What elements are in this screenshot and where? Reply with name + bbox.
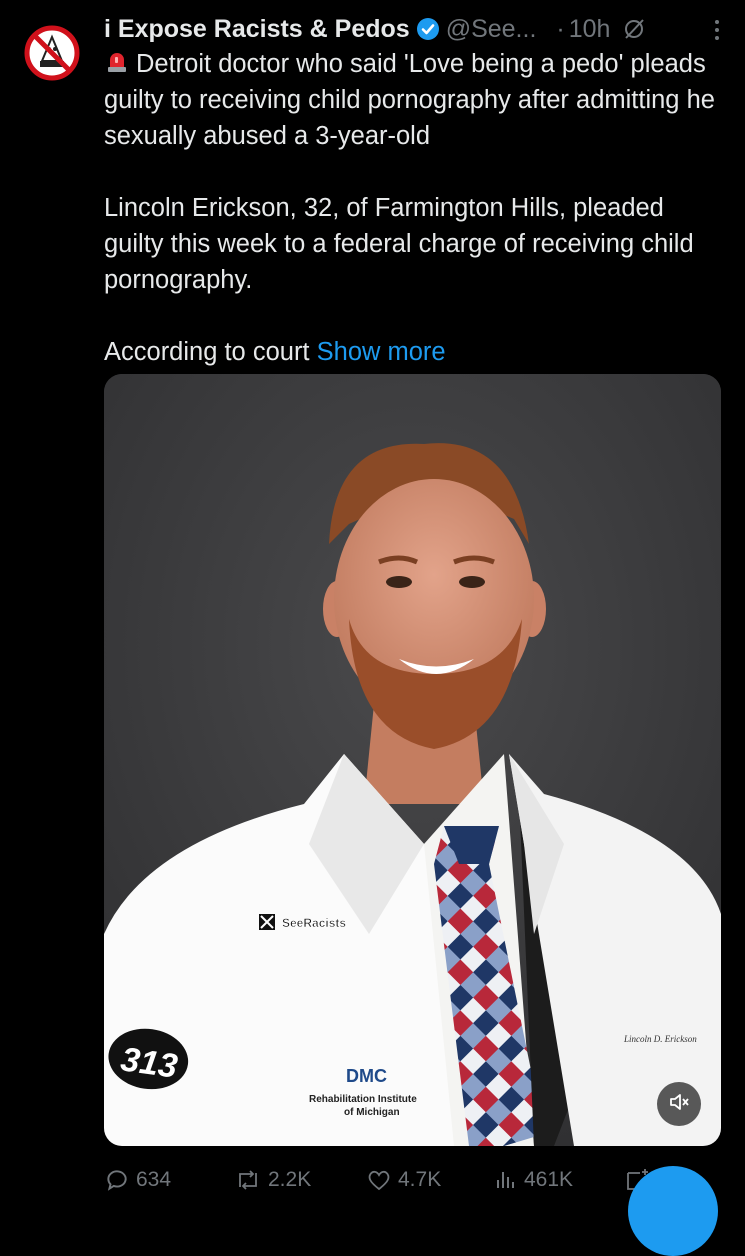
police-siren-icon <box>104 49 130 75</box>
display-name[interactable]: i Expose Racists & Pedos <box>104 15 410 44</box>
tweet-header: i Expose Racists & Pedos @See... · 10h <box>104 12 725 46</box>
timestamp[interactable]: 10h <box>569 15 611 44</box>
coat-name-text: Lincoln D. Erickson <box>623 1034 697 1044</box>
views-count: 461K <box>524 1168 574 1191</box>
coat-patch-text: 313 <box>118 1040 180 1086</box>
more-options-icon[interactable] <box>703 16 731 44</box>
truncated-text: According to court <box>104 338 310 366</box>
reply-icon <box>104 1167 130 1193</box>
reply-button[interactable]: 634 <box>104 1167 171 1193</box>
avatar[interactable] <box>24 25 80 81</box>
views-chart-icon <box>494 1168 518 1192</box>
repost-button[interactable]: 2.2K <box>234 1168 311 1192</box>
tweet-paragraph: Lincoln Erickson, 32, of Farmington Hill… <box>104 194 694 294</box>
separator-dot: · <box>556 14 565 43</box>
show-more-link[interactable]: Show more <box>317 338 446 366</box>
tweet-image[interactable]: SeeRacists 313 DMC Rehabilitation Instit… <box>104 374 721 1146</box>
compose-fab[interactable] <box>628 1166 718 1256</box>
no-racism-logo-icon <box>24 25 80 81</box>
watermark: SeeRacists <box>259 914 347 930</box>
handle[interactable]: @See... <box>446 15 537 44</box>
headline-text: Detroit doctor who said 'Love being a pe… <box>104 50 715 150</box>
tweet-paragraph-truncated: According to court Show more <box>104 334 724 370</box>
like-button[interactable]: 4.7K <box>366 1168 441 1192</box>
muted-speaker-icon <box>668 1091 690 1118</box>
portrait-photo: SeeRacists 313 DMC Rehabilitation Instit… <box>104 374 721 1146</box>
coat-line2-text: of Michigan <box>344 1107 400 1118</box>
coat-line1-text: Rehabilitation Institute <box>309 1094 417 1105</box>
watermark-text: SeeRacists <box>282 916 346 930</box>
tweet-headline: Detroit doctor who said 'Love being a pe… <box>104 46 724 154</box>
reply-count: 634 <box>136 1168 172 1191</box>
repost-count: 2.2K <box>268 1168 312 1191</box>
verified-badge-icon <box>416 17 440 41</box>
mute-button[interactable] <box>657 1082 701 1126</box>
heart-icon <box>366 1168 392 1192</box>
tweet-text: Detroit doctor who said 'Love being a pe… <box>104 46 724 370</box>
coat-logo-text: DMC <box>346 1066 387 1086</box>
repost-icon <box>234 1168 262 1192</box>
like-count: 4.7K <box>398 1168 442 1191</box>
views-button[interactable]: 461K <box>494 1168 573 1192</box>
grok-icon[interactable] <box>622 17 646 41</box>
